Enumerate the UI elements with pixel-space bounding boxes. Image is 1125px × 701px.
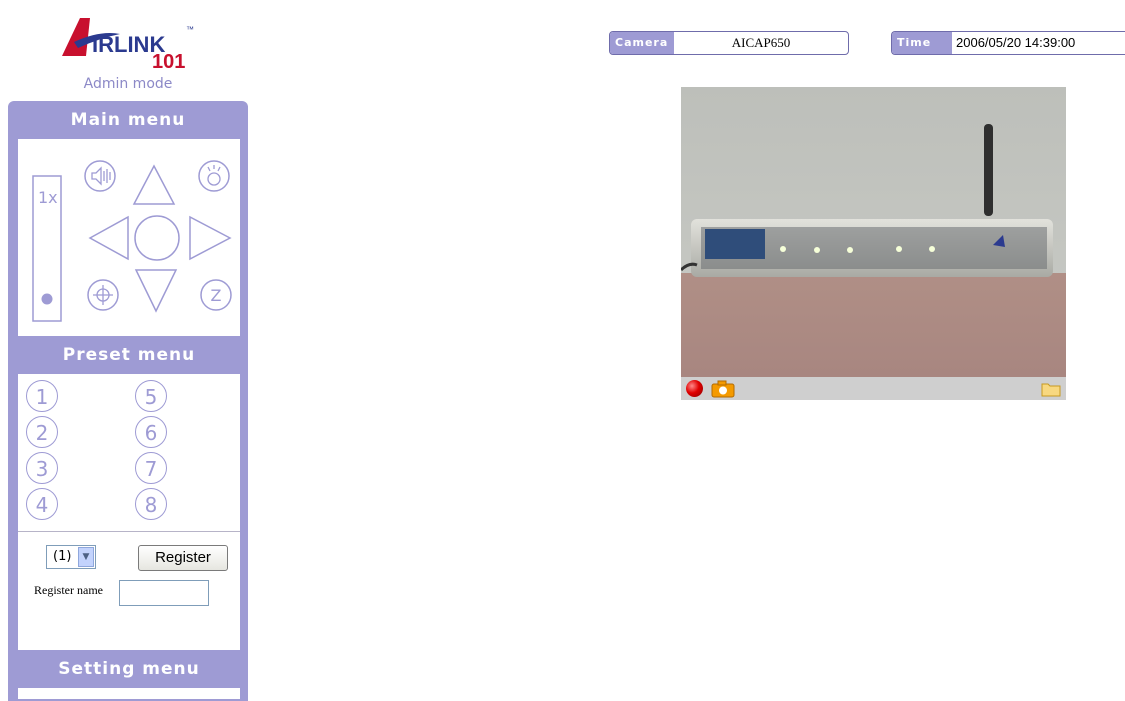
zoom-slider-handle[interactable] bbox=[41, 293, 53, 305]
preset-button-8[interactable]: 8 bbox=[135, 488, 167, 520]
ptz-controls: 1x Z bbox=[18, 139, 240, 336]
zoom-level-label: 1x bbox=[38, 188, 58, 207]
time-value: 2006/05/20 14:39:00 bbox=[956, 35, 1076, 50]
time-label: Time bbox=[892, 32, 952, 54]
z-icon[interactable]: Z bbox=[200, 279, 232, 311]
svg-text:™: ™ bbox=[186, 25, 194, 34]
camera-info-box: Camera AICAP650 bbox=[609, 31, 849, 55]
camera-name: AICAP650 bbox=[731, 35, 791, 50]
airlink-logo: IRLINK ™ 101 bbox=[62, 18, 194, 72]
preset-button-1[interactable]: 1 bbox=[26, 380, 58, 412]
chevron-down-icon[interactable]: ▼ bbox=[78, 547, 94, 567]
focus-target-icon[interactable] bbox=[87, 279, 119, 311]
preset-button-7[interactable]: 7 bbox=[135, 452, 167, 484]
camera-video-feed[interactable] bbox=[681, 87, 1066, 377]
camera-label: Camera bbox=[610, 32, 674, 54]
time-info-box: Time 2006/05/20 14:39:00 bbox=[891, 31, 1125, 55]
video-toolbar bbox=[681, 377, 1066, 400]
record-icon[interactable] bbox=[686, 380, 703, 397]
arrow-up-icon[interactable] bbox=[132, 164, 176, 205]
preset-divider bbox=[18, 531, 240, 532]
register-button[interactable]: Register bbox=[138, 545, 228, 571]
arrow-down-icon[interactable] bbox=[134, 269, 178, 313]
speaker-icon[interactable] bbox=[84, 160, 116, 192]
folder-icon[interactable] bbox=[1041, 381, 1061, 397]
preset-button-5[interactable]: 5 bbox=[135, 380, 167, 412]
preset-button-4[interactable]: 4 bbox=[26, 488, 58, 520]
preset-menu-title: Preset menu bbox=[18, 336, 240, 374]
admin-mode-label: Admin mode bbox=[83, 76, 173, 92]
svg-text:101: 101 bbox=[152, 51, 185, 72]
preset-button-6[interactable]: 6 bbox=[135, 416, 167, 448]
main-menu-title: Main menu bbox=[70, 110, 186, 130]
z-icon-label: Z bbox=[211, 286, 222, 305]
preset-button-2[interactable]: 2 bbox=[26, 416, 58, 448]
snapshot-camera-icon[interactable] bbox=[711, 380, 735, 398]
arrow-right-icon[interactable] bbox=[189, 215, 232, 261]
arrow-left-icon[interactable] bbox=[88, 215, 129, 261]
preset-select-value: (1) bbox=[53, 549, 72, 564]
light-icon[interactable] bbox=[198, 160, 230, 192]
preset-button-3[interactable]: 3 bbox=[26, 452, 58, 484]
setting-menu-title[interactable]: Setting menu bbox=[18, 650, 240, 688]
register-name-label: Register name bbox=[34, 583, 103, 597]
preset-select[interactable]: (1) ▼ bbox=[46, 545, 96, 569]
home-circle-icon[interactable] bbox=[134, 215, 180, 261]
control-panel: Main menu 1x Z Preset menu 1 5 2 6 3 7 4… bbox=[8, 101, 248, 701]
register-name-input[interactable] bbox=[119, 580, 209, 606]
control-panel-body: 1x Z Preset menu 1 5 2 6 3 7 4 8 (1) ▼ R… bbox=[18, 139, 240, 699]
